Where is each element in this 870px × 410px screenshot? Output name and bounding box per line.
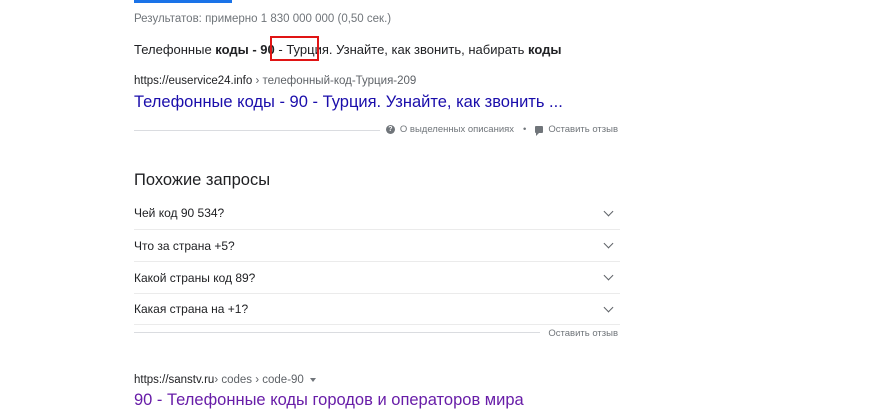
result-cite: https://sanstv.ru › codes › code-90 [134, 374, 316, 386]
result-domain: https://sanstv.ru [134, 374, 215, 386]
related-question-label: Что за страна +5? [134, 238, 235, 253]
caret-down-icon[interactable] [309, 378, 316, 382]
active-tab-indicator [134, 0, 232, 3]
chevron-down-icon [603, 238, 614, 249]
result-path: › телефонный-код-Турция-209 [252, 75, 417, 87]
related-questions-heading: Похожие запросы [134, 171, 271, 189]
result-cite: https://euservice24.info › телефонный-ко… [134, 75, 416, 87]
featured-snippet: Телефонные коды - 90 - Турция. Узнайте, … [134, 42, 561, 57]
related-question-label: Какая страна на +1? [134, 302, 249, 316]
snippet-text: Телефонные [134, 42, 216, 57]
highlight-box [270, 36, 319, 61]
related-question[interactable]: Какой страны код 89? [134, 261, 620, 293]
related-questions-list: Чей код 90 534? Что за страна +5? Какой … [134, 197, 620, 325]
related-question-label: Какой страны код 89? [134, 270, 256, 285]
chevron-down-icon [603, 302, 614, 312]
separator-dot: • [523, 124, 527, 135]
result-domain: https://euservice24.info [134, 75, 253, 87]
result-stats: Результатов: примерно 1 830 000 000 (0,5… [134, 13, 392, 25]
result-title-link[interactable]: Телефонные коды - 90 - Турция. Узнайте, … [134, 93, 563, 112]
divider [134, 332, 540, 333]
snippet-bold-text: коды - 90 [215, 42, 275, 57]
leave-feedback-link[interactable]: Оставить отзыв [548, 124, 618, 135]
chevron-down-icon [603, 270, 614, 281]
related-feedback-link[interactable]: Оставить отзыв [548, 328, 618, 339]
snippet-feedback-row: ? О выделенных описаниях • Оставить отзы… [385, 124, 618, 136]
chevron-down-icon [603, 206, 614, 216]
result-path: › codes › code-90 [214, 374, 304, 386]
snippet-text: Узнайте, как звонить, набирать [332, 42, 529, 57]
result-title-link[interactable]: 90 - Телефонные коды городов и операторо… [134, 391, 524, 410]
divider [134, 130, 380, 131]
snippet-bold-text: коды [528, 42, 562, 57]
feedback-icon [535, 126, 544, 136]
about-snippets-link[interactable]: О выделенных описаниях [400, 124, 514, 135]
related-question-label: Чей код 90 534? [134, 206, 225, 220]
related-question[interactable]: Какая страна на +1? [134, 293, 620, 325]
related-question[interactable]: Чей код 90 534? [134, 197, 620, 229]
related-question[interactable]: Что за страна +5? [134, 229, 620, 261]
help-icon: ? [385, 125, 395, 134]
